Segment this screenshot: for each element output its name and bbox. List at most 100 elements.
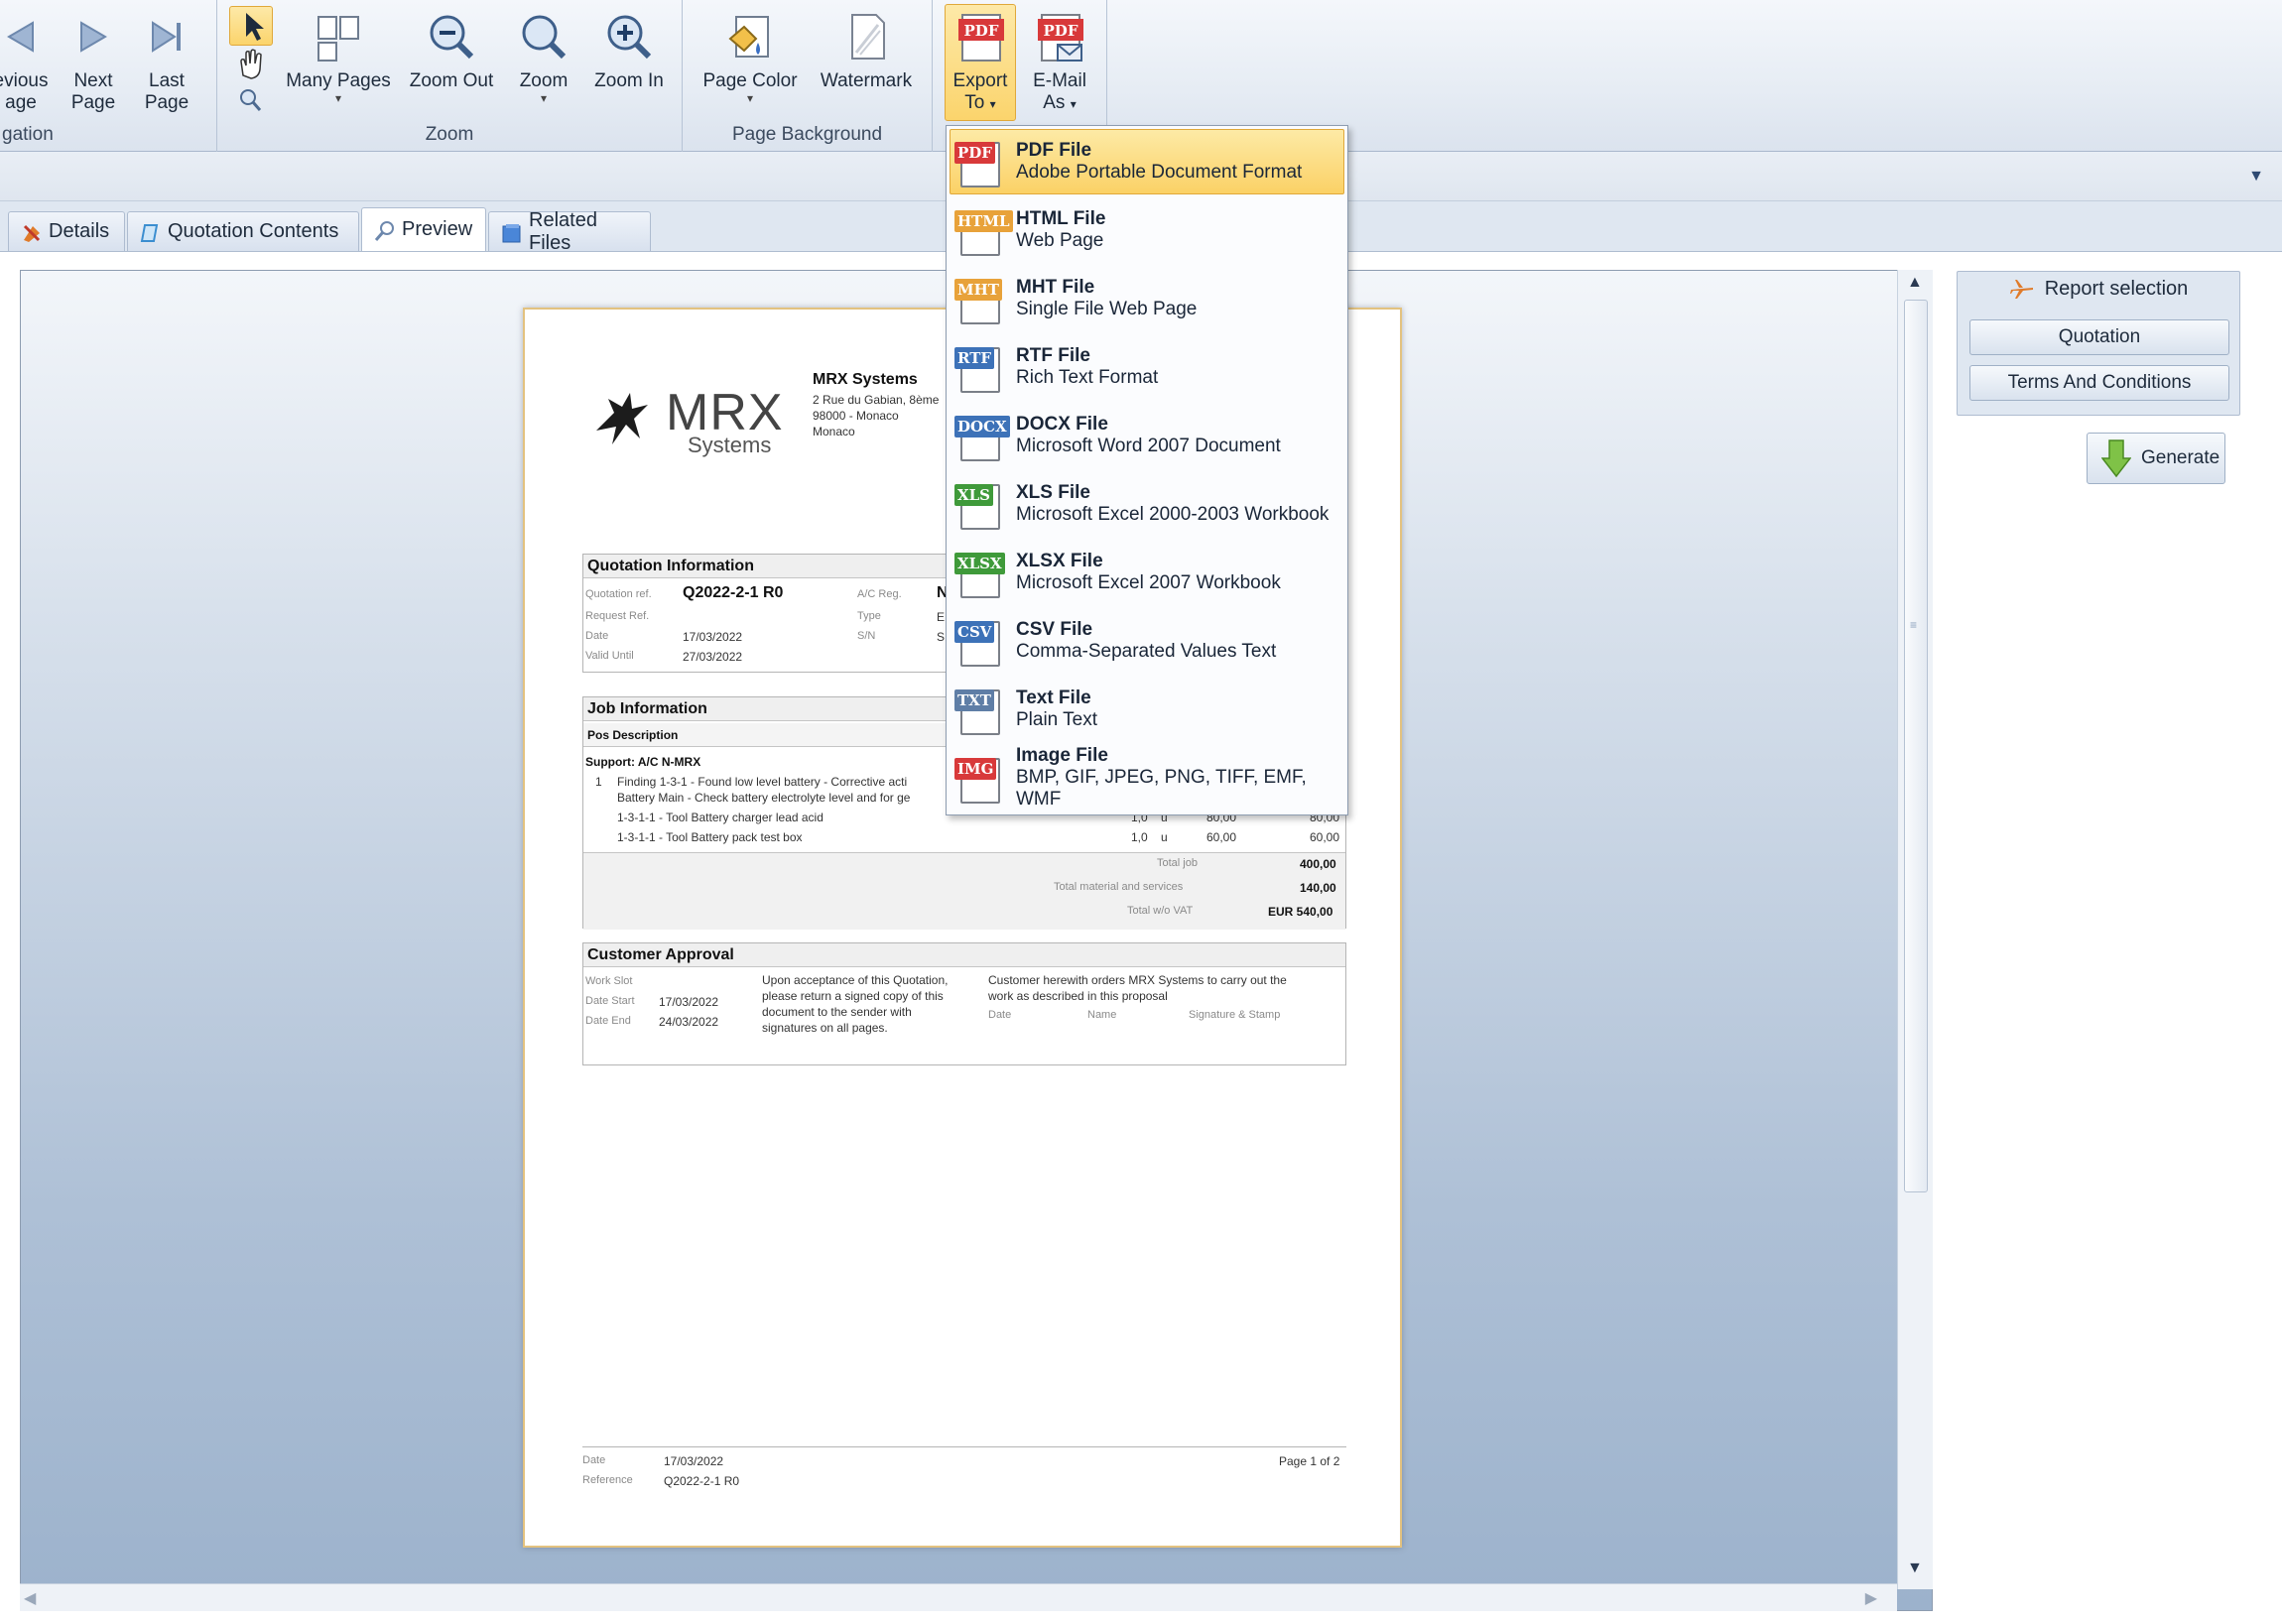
zoom-button[interactable]: Zoom ▾ bbox=[509, 4, 578, 105]
tab-details[interactable]: Details bbox=[8, 211, 125, 251]
scroll-down-icon[interactable]: ▼ bbox=[1907, 1560, 1923, 1577]
svg-text:PDF: PDF bbox=[964, 22, 999, 40]
tab-quotation-contents[interactable]: Quotation Contents bbox=[127, 211, 359, 251]
navigation-group-label: gation bbox=[2, 124, 54, 145]
scroll-up-icon[interactable]: ▲ bbox=[1907, 274, 1923, 292]
export-item-description: Microsoft Excel 2000-2003 Workbook bbox=[1016, 504, 1330, 525]
tab-related-files[interactable]: Related Files bbox=[488, 209, 651, 254]
expand-ribbon-icon[interactable]: ▼ bbox=[2248, 168, 2264, 186]
pdf-icon: PDF bbox=[952, 9, 1008, 64]
export-item-name: RTF File bbox=[1016, 345, 1090, 366]
grip-icon: ≡ bbox=[1910, 618, 1918, 632]
generate-button[interactable]: Generate bbox=[2087, 433, 2225, 484]
export-item-description: BMP, GIF, JPEG, PNG, TIFF, EMF, WMF bbox=[1016, 767, 1307, 810]
vertical-scrollbar[interactable]: ▲ ≡ ▼ bbox=[1897, 270, 1933, 1589]
rtf-file-icon: RTF bbox=[954, 339, 1006, 395]
zoom-out-button[interactable]: Zoom Out bbox=[402, 4, 501, 93]
export-item-name: MHT File bbox=[1016, 277, 1095, 298]
chevron-down-icon: ▾ bbox=[540, 91, 548, 105]
export-menu-item[interactable]: HTML HTML File Web Page bbox=[950, 197, 1344, 263]
export-item-name: PDF File bbox=[1016, 140, 1092, 161]
magnifier-tool[interactable] bbox=[229, 83, 273, 117]
export-menu-item[interactable]: RTF RTF File Rich Text Format bbox=[950, 334, 1344, 400]
next-page-icon bbox=[65, 9, 121, 64]
report-selection-header: Report selection bbox=[1958, 272, 2239, 306]
txt-file-icon: TXT bbox=[954, 682, 1006, 737]
export-item-name: HTML File bbox=[1016, 208, 1106, 229]
quotation-report-button[interactable]: Quotation bbox=[1969, 319, 2229, 355]
customer-approval-box: Customer Approval Work Slot Date Start 1… bbox=[582, 942, 1346, 1065]
customer-approval-title: Customer Approval bbox=[583, 943, 1345, 967]
pdf-file-icon: PDF bbox=[954, 134, 1006, 189]
next-page-button[interactable]: Next Page bbox=[63, 4, 123, 115]
quotation-contents-icon bbox=[140, 222, 160, 242]
export-item-name: Image File bbox=[1016, 745, 1108, 766]
details-icon bbox=[21, 222, 41, 242]
zoom-out-icon bbox=[424, 9, 479, 64]
export-item-description: Rich Text Format bbox=[1016, 367, 1159, 388]
email-as-button[interactable]: PDF E-Mail As ▾ bbox=[1022, 4, 1097, 116]
export-menu-item[interactable]: CSV CSV File Comma-Separated Values Text bbox=[950, 608, 1344, 674]
email-pdf-icon: PDF bbox=[1032, 9, 1087, 64]
watermark-button[interactable]: Watermark bbox=[812, 4, 921, 93]
plane-icon bbox=[2009, 280, 2033, 299]
export-menu-item[interactable]: DOCX DOCX File Microsoft Word 2007 Documen… bbox=[950, 403, 1344, 468]
scroll-left-icon[interactable]: ◀ bbox=[24, 1588, 36, 1608]
previous-page-button[interactable]: evious age bbox=[0, 4, 56, 115]
down-arrow-icon bbox=[2101, 439, 2131, 478]
export-menu-item[interactable]: PDF PDF File Adobe Portable Document Forma… bbox=[950, 129, 1344, 194]
export-menu-item[interactable]: TXT Text File Plain Text bbox=[950, 677, 1344, 742]
page-background-group-label: Page Background bbox=[731, 124, 883, 145]
export-item-name: CSV File bbox=[1016, 619, 1093, 640]
html-file-icon: HTML bbox=[954, 202, 1013, 258]
pointer-tool[interactable] bbox=[229, 6, 273, 46]
export-menu-item[interactable]: IMG Image File BMP, GIF, JPEG, PNG, TIFF, … bbox=[950, 745, 1344, 811]
export-item-name: XLSX File bbox=[1016, 551, 1103, 571]
logo-bird-icon bbox=[596, 393, 648, 444]
export-item-description: Microsoft Excel 2007 Workbook bbox=[1016, 572, 1281, 593]
csv-file-icon: CSV bbox=[954, 613, 1006, 669]
zoom-in-button[interactable]: Zoom In bbox=[586, 4, 672, 93]
horizontal-scrollbar[interactable]: ◀ ▶ bbox=[20, 1583, 1897, 1611]
magnifier-icon bbox=[240, 89, 262, 111]
many-pages-button[interactable]: Many Pages ▾ bbox=[283, 4, 394, 105]
export-to-button[interactable]: PDF Export To ▾ bbox=[945, 4, 1016, 121]
export-item-description: Microsoft Word 2007 Document bbox=[1016, 436, 1281, 456]
last-page-button[interactable]: Last Page bbox=[137, 4, 196, 115]
xlsx-file-icon: XLSX bbox=[954, 545, 1006, 600]
chevron-down-icon: ▾ bbox=[1070, 97, 1077, 111]
related-files-icon bbox=[501, 222, 521, 242]
zoom-in-icon bbox=[601, 9, 657, 64]
hand-icon bbox=[240, 49, 262, 79]
docx-file-icon: DOCX bbox=[954, 408, 1010, 463]
chevron-down-icon: ▾ bbox=[334, 91, 342, 105]
svg-text:PDF: PDF bbox=[1044, 22, 1078, 40]
hand-tool[interactable] bbox=[229, 46, 273, 81]
export-menu-item[interactable]: XLSX XLSX File Microsoft Excel 2007 Workbo… bbox=[950, 540, 1344, 605]
company-address-3: Monaco bbox=[813, 425, 855, 438]
navigation-group: evious age Next Page Last Page gation bbox=[0, 0, 217, 152]
page-background-group: Page Color ▾ Watermark Page Background bbox=[683, 0, 933, 152]
watermark-icon bbox=[838, 9, 894, 64]
chevron-down-icon: ▾ bbox=[746, 91, 754, 105]
previous-page-icon bbox=[0, 9, 49, 64]
img-file-icon: IMG bbox=[954, 750, 1006, 806]
chevron-down-icon: ▾ bbox=[989, 97, 996, 111]
export-menu-item[interactable]: XLS XLS File Microsoft Excel 2000-2003 Wor… bbox=[950, 471, 1344, 537]
xls-file-icon: XLS bbox=[954, 476, 1006, 532]
company-address-2: 98000 - Monaco bbox=[813, 409, 899, 423]
page-footer-line bbox=[582, 1446, 1346, 1447]
tab-preview[interactable]: Preview bbox=[361, 207, 486, 251]
export-menu-item[interactable]: MHT MHT File Single File Web Page bbox=[950, 266, 1344, 331]
company-address-1: 2 Rue du Gabian, 8ème bbox=[813, 393, 940, 407]
page-color-button[interactable]: Page Color ▾ bbox=[698, 4, 802, 105]
export-item-description: Single File Web Page bbox=[1016, 299, 1198, 319]
scroll-thumb[interactable]: ≡ bbox=[1904, 300, 1928, 1192]
scroll-right-icon[interactable]: ▶ bbox=[1865, 1588, 1877, 1608]
zoom-group-label: Zoom bbox=[425, 124, 474, 145]
mht-file-icon: MHT bbox=[954, 271, 1006, 326]
export-item-name: Text File bbox=[1016, 687, 1091, 708]
terms-conditions-report-button[interactable]: Terms And Conditions bbox=[1969, 365, 2229, 401]
page-number: Page 1 of 2 bbox=[1279, 1454, 1340, 1468]
export-to-menu: PDF PDF File Adobe Portable Document Forma… bbox=[946, 125, 1348, 815]
